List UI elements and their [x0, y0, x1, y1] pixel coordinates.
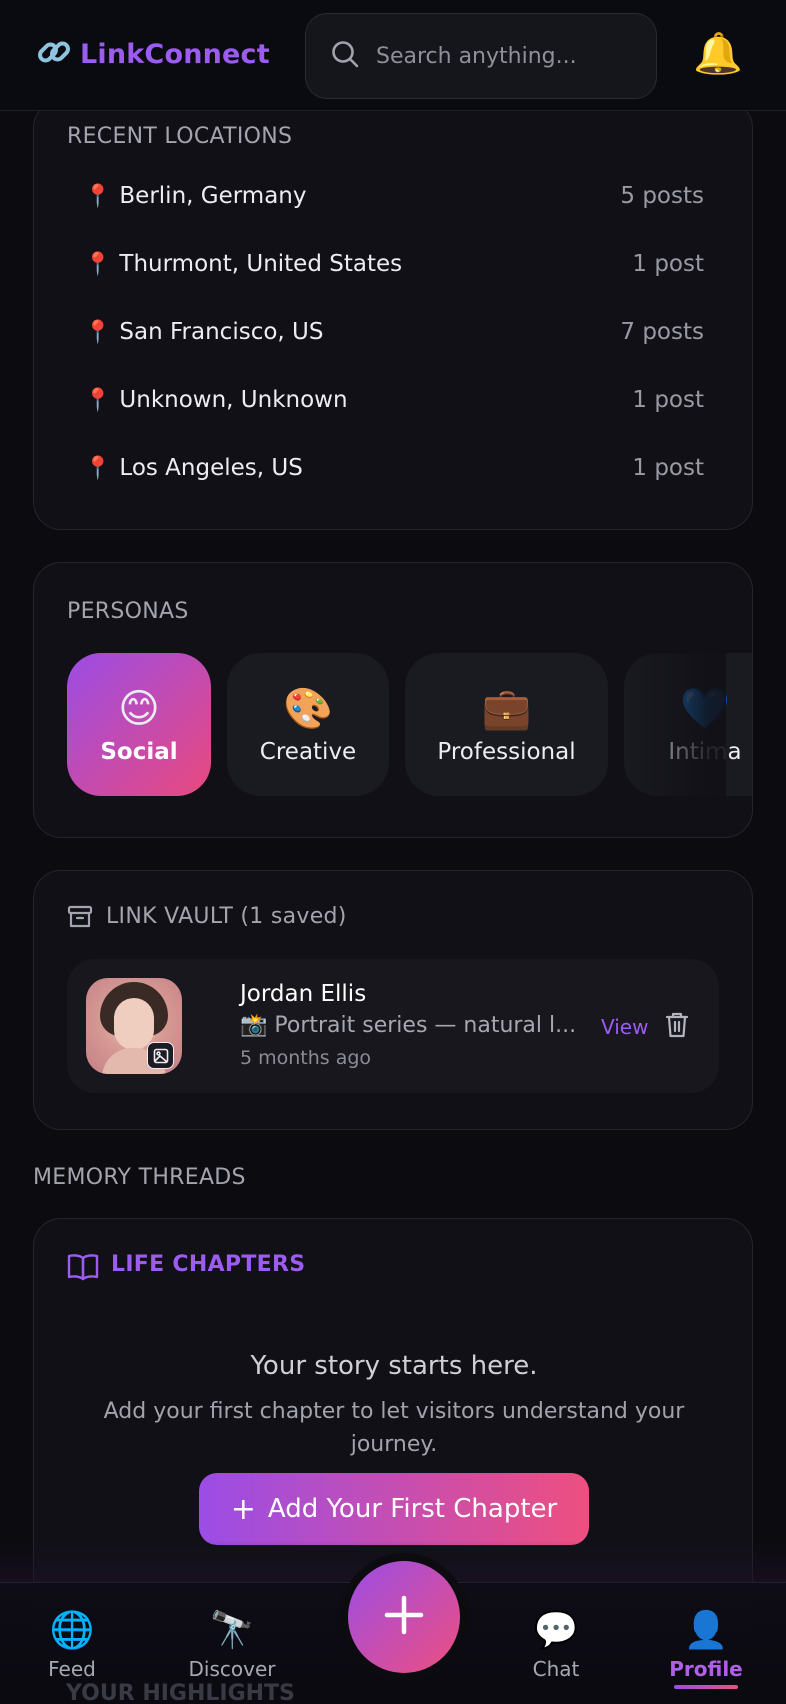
- persona-label: Professional: [437, 738, 576, 765]
- highlights-peek: YOUR HIGHLIGHTS: [66, 1681, 295, 1704]
- personas-title: PERSONAS: [67, 599, 189, 624]
- location-row[interactable]: 📍 Unknown, Unknown 1 post: [84, 380, 704, 420]
- book-icon: [67, 1253, 99, 1285]
- memory-threads-title: MEMORY THREADS: [33, 1165, 246, 1190]
- create-post-button[interactable]: [348, 1561, 460, 1673]
- location-row[interactable]: 📍 San Francisco, US 7 posts: [84, 312, 704, 352]
- top-header: LinkConnect Search anything... 🔔: [0, 0, 786, 111]
- chat-bubble-icon: 💬: [533, 1610, 579, 1651]
- location-post-count: 7 posts: [620, 319, 704, 345]
- scroll-fade: [616, 653, 726, 796]
- recent-locations-card: RECENT LOCATIONS 📍 Berlin, Germany 5 post…: [33, 100, 753, 530]
- briefcase-icon: 💼: [481, 685, 532, 732]
- nav-label: Chat: [532, 1657, 580, 1681]
- link-icon: [36, 34, 72, 74]
- plus-icon: +: [230, 1491, 256, 1527]
- search-icon: [330, 39, 360, 73]
- nav-label: Profile: [669, 1657, 743, 1681]
- persona-label: Creative: [259, 738, 357, 765]
- life-chapters-title: LIFE CHAPTERS: [111, 1252, 306, 1277]
- pin-icon: 📍: [84, 251, 112, 277]
- vault-item[interactable]: Jordan Ellis 📸 Portrait series — natural…: [67, 959, 719, 1093]
- recent-locations-title: RECENT LOCATIONS: [67, 124, 293, 149]
- vault-item-name: Jordan Ellis: [240, 981, 367, 1007]
- location-post-count: 1 post: [632, 387, 704, 413]
- vault-item-time: 5 months ago: [240, 1047, 372, 1069]
- view-link[interactable]: View: [601, 1015, 648, 1039]
- empty-heading: Your story starts here.: [250, 1351, 538, 1381]
- nav-label: Feed: [48, 1657, 96, 1681]
- link-vault-card: LINK VAULT (1 saved) Jordan Ellis 📸 Port…: [33, 870, 753, 1130]
- pin-icon: 📍: [84, 183, 112, 209]
- pin-icon: 📍: [84, 319, 112, 345]
- trash-icon[interactable]: [664, 1011, 690, 1043]
- location-row[interactable]: 📍 Los Angeles, US 1 post: [84, 448, 704, 488]
- nav-discover[interactable]: 🔭 Discover: [167, 1610, 297, 1682]
- pin-icon: 📍: [84, 455, 112, 481]
- add-first-chapter-label: Add Your First Chapter: [267, 1494, 558, 1524]
- location-row[interactable]: 📍 Berlin, Germany 5 posts: [84, 176, 704, 216]
- globe-icon: 🌐: [49, 1610, 95, 1651]
- persona-label: Social: [100, 738, 178, 765]
- search-input[interactable]: Search anything...: [305, 13, 657, 99]
- location-post-count: 1 post: [632, 251, 704, 277]
- location-post-count: 1 post: [632, 455, 704, 481]
- palette-icon: 🎨: [283, 685, 333, 732]
- location-name: San Francisco, US: [119, 319, 324, 345]
- add-first-chapter-button[interactable]: + Add Your First Chapter: [199, 1473, 589, 1545]
- nav-profile[interactable]: 👤 Profile: [641, 1611, 771, 1689]
- active-indicator: [674, 1685, 738, 1689]
- persona-social[interactable]: 😊 Social: [67, 653, 211, 796]
- location-name: Thurmont, United States: [119, 251, 403, 277]
- smile-icon: 😊: [118, 685, 160, 732]
- personas-card: PERSONAS 😊 Social 🎨 Creative 💼 Professio…: [33, 562, 753, 838]
- plus-icon: [384, 1595, 424, 1639]
- image-icon: [147, 1042, 174, 1069]
- profile-page: LinkConnect Search anything... 🔔 RECENT …: [0, 0, 786, 1704]
- user-icon: 👤: [683, 1610, 729, 1651]
- app-logo[interactable]: LinkConnect: [36, 34, 270, 74]
- bell-icon[interactable]: 🔔: [693, 30, 743, 77]
- archive-icon: [67, 904, 93, 934]
- link-vault-title: LINK VAULT (1 saved): [106, 904, 347, 929]
- vault-item-description: 📸 Portrait series — natural l...: [240, 1013, 577, 1038]
- location-name: Berlin, Germany: [119, 183, 307, 209]
- pin-icon: 📍: [84, 387, 112, 413]
- empty-description: Add your first chapter to let visitors u…: [103, 1399, 685, 1457]
- nav-chat[interactable]: 💬 Chat: [491, 1610, 621, 1682]
- nav-label: Discover: [188, 1657, 276, 1681]
- location-row[interactable]: 📍 Thurmont, United States 1 post: [84, 244, 704, 284]
- location-name: Los Angeles, US: [119, 455, 303, 481]
- telescope-icon: 🔭: [209, 1610, 255, 1651]
- app-name: LinkConnect: [80, 38, 270, 70]
- search-placeholder: Search anything...: [376, 43, 577, 69]
- location-name: Unknown, Unknown: [119, 387, 348, 413]
- nav-feed[interactable]: 🌐 Feed: [7, 1610, 137, 1682]
- persona-professional[interactable]: 💼 Professional: [405, 653, 608, 796]
- persona-creative[interactable]: 🎨 Creative: [227, 653, 389, 796]
- location-post-count: 5 posts: [620, 183, 704, 209]
